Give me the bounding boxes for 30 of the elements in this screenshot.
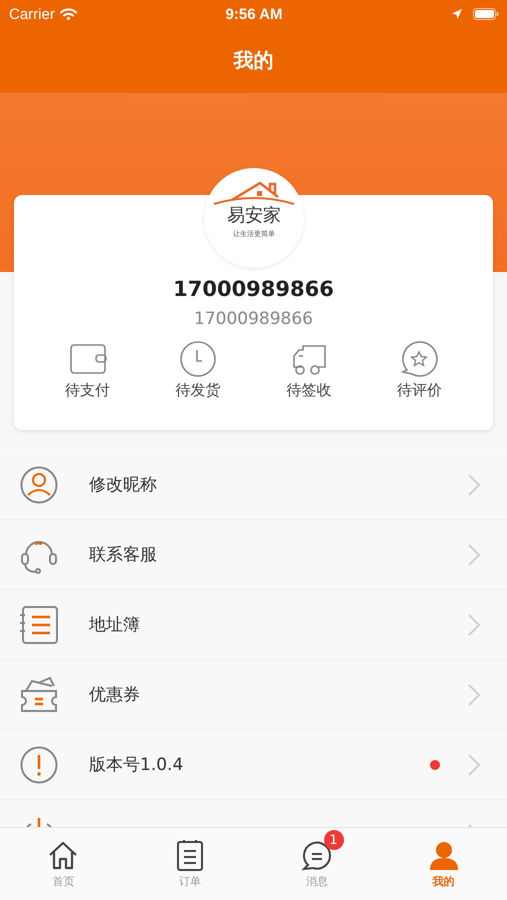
house-icon xyxy=(47,840,80,870)
clock-icon xyxy=(179,341,218,377)
star-bubble-icon xyxy=(400,341,438,377)
house-roof-icon xyxy=(212,180,296,206)
unread-badge: 1 xyxy=(324,830,344,850)
chevron-right-icon xyxy=(468,614,480,636)
wallet-icon xyxy=(68,341,106,377)
logo-name: 易安家 xyxy=(227,206,281,226)
coupon-icon xyxy=(20,676,58,714)
chevron-right-icon xyxy=(468,754,480,776)
page-title: 我的 xyxy=(234,47,274,74)
order-status-label[interactable]: 待评价 xyxy=(396,381,442,400)
status-time: 9:56 AM xyxy=(226,6,282,22)
person-icon xyxy=(428,840,460,870)
exclamation-icon xyxy=(20,746,58,784)
notebook-icon xyxy=(20,606,58,644)
chevron-right-icon xyxy=(468,684,480,706)
order-status-label[interactable]: 待支付 xyxy=(65,381,110,400)
chevron-right-icon xyxy=(468,474,480,496)
carrier-label: Carrier xyxy=(9,6,55,22)
chevron-right-icon xyxy=(468,544,480,566)
tab-bar-item[interactable]: 消息 1 xyxy=(254,828,380,900)
user-name: 17000989866 xyxy=(173,277,334,301)
order-status-label[interactable]: 待发货 xyxy=(176,381,221,400)
person-icon xyxy=(20,466,58,504)
order-status-label[interactable]: 待签收 xyxy=(286,381,332,400)
location-arrow-icon xyxy=(451,8,463,20)
user-account: 17000989866 xyxy=(194,309,313,329)
wifi-icon xyxy=(60,8,77,20)
battery-icon xyxy=(473,8,499,20)
